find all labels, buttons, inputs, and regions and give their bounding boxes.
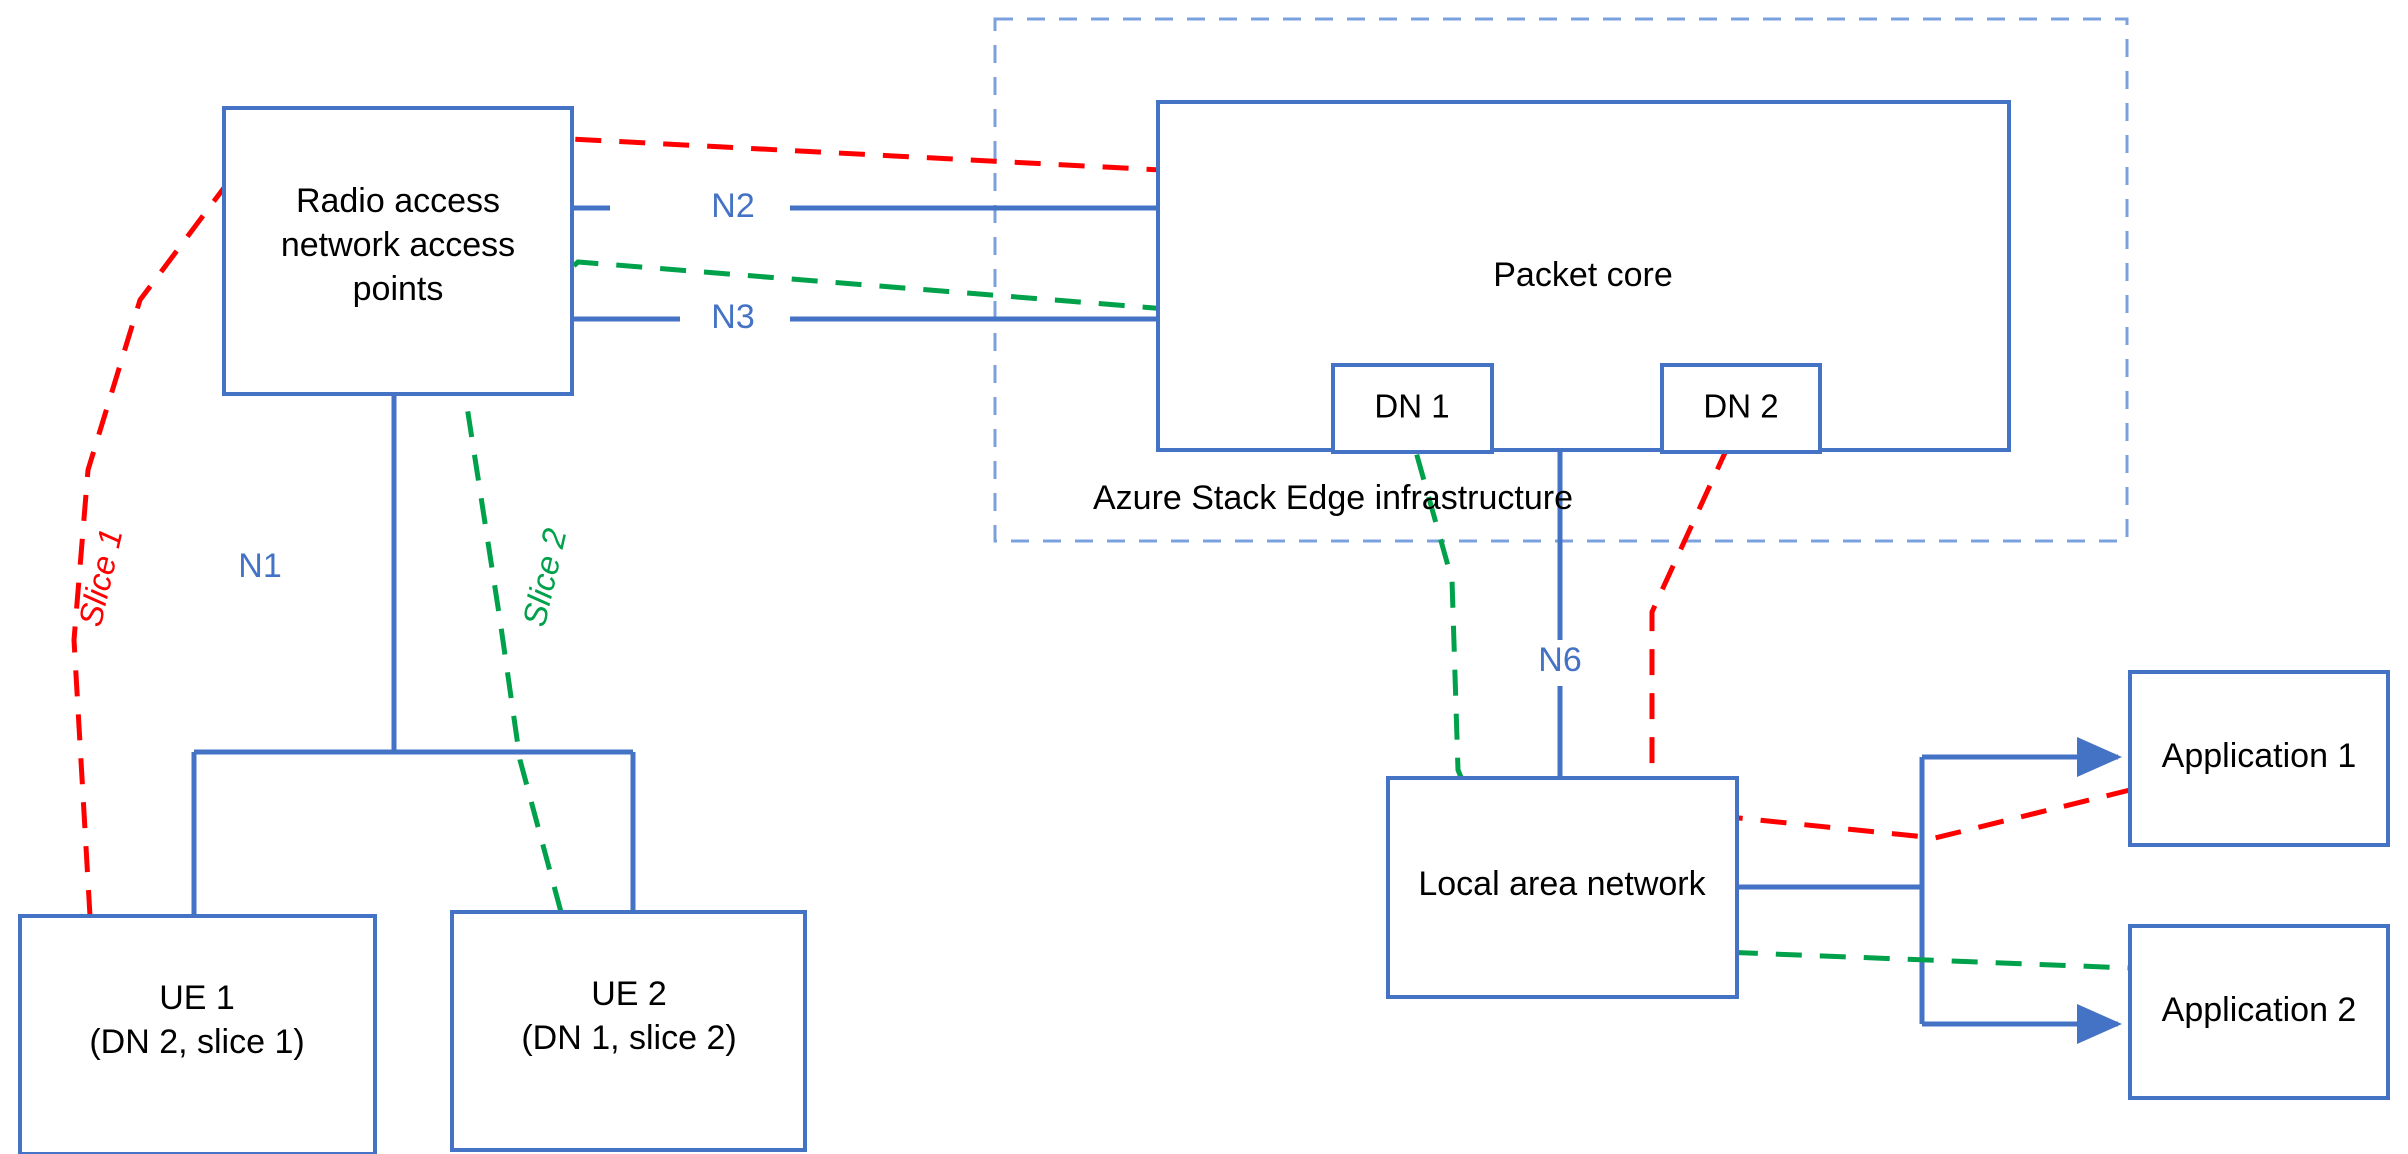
application-2-label: Application 2: [2162, 991, 2357, 1029]
interface-label-n1: N1: [238, 547, 281, 585]
user-equipment-1-label-line2: (DN 2, slice 1): [89, 1023, 304, 1061]
azure-stack-edge-label: Azure Stack Edge infrastructure: [1093, 479, 1573, 517]
user-equipment-2-label-line1: UE 2: [591, 975, 667, 1013]
interface-label-n3: N3: [711, 298, 754, 336]
slice-2-label: Slice 2: [515, 525, 573, 630]
local-area-network-label: Local area network: [1418, 865, 1706, 903]
user-equipment-2-label-line2: (DN 1, slice 2): [521, 1019, 736, 1057]
interface-label-n6: N6: [1538, 641, 1581, 679]
radio-access-network-label-line1: Radio access: [296, 182, 500, 220]
data-network-2-label: DN 2: [1703, 388, 1778, 425]
packet-core-label: Packet core: [1493, 256, 1673, 294]
radio-access-network-label-line2: network access: [281, 226, 515, 264]
user-equipment-1-label-line1: UE 1: [159, 979, 235, 1017]
interface-label-n2: N2: [711, 187, 754, 225]
radio-access-network-label-line3: points: [353, 270, 444, 308]
application-1-label: Application 1: [2162, 737, 2357, 775]
data-network-1-label: DN 1: [1374, 388, 1449, 425]
network-slicing-diagram: Radio access network access points Packe…: [18, 17, 2390, 1154]
diagram-canvas: Radio access network access points Packe…: [0, 0, 2408, 1154]
